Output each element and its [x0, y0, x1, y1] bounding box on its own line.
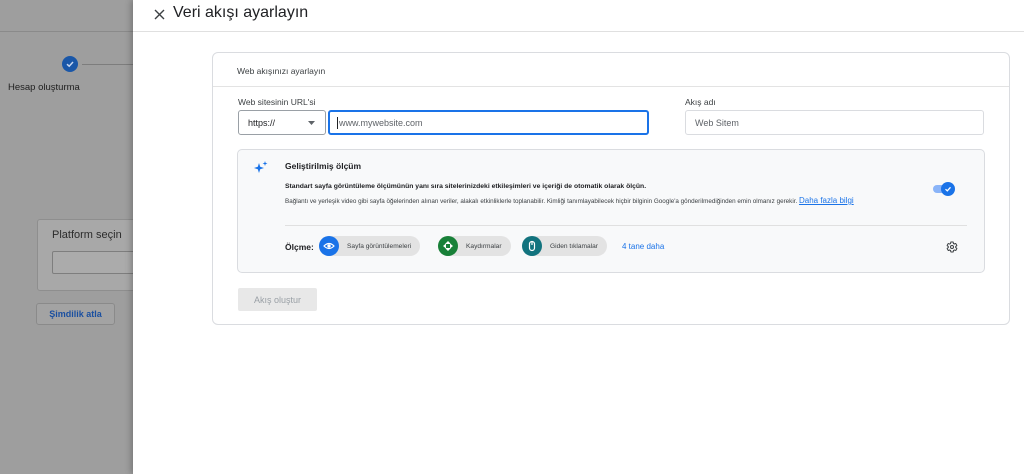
- check-icon: [945, 186, 951, 192]
- dialog-title: Veri akışı ayarlayın: [173, 4, 309, 21]
- enhanced-measurement-title: Geliştirilmiş ölçüm: [285, 161, 362, 171]
- setup-stream-dialog: Veri akışı ayarlayın Web akışınızı ayarl…: [133, 0, 1024, 474]
- step-complete-icon: [62, 56, 78, 72]
- click-icon: [522, 236, 542, 256]
- enhanced-measurement-description: Bağlantı ve yerleşik video gibi sayfa öğ…: [285, 195, 935, 207]
- measuring-label: Ölçme:: [285, 242, 314, 252]
- close-button[interactable]: [150, 5, 168, 23]
- enhanced-measurement-toggle[interactable]: [933, 182, 957, 196]
- url-label: Web sitesinin URL'si: [238, 97, 316, 107]
- stream-name-label: Akış adı: [685, 97, 716, 107]
- card-title: Web akışınızı ayarlayın: [237, 66, 326, 76]
- card-header: Web akışınızı ayarlayın: [213, 53, 1009, 87]
- stepper-line: [82, 64, 133, 65]
- step-label: Hesap oluşturma: [8, 82, 80, 93]
- chip-scrolls[interactable]: Kaydırmalar: [438, 236, 511, 256]
- panel-divider: [285, 225, 967, 226]
- stream-name-placeholder: Web Sitem: [695, 117, 739, 128]
- text-cursor: [337, 116, 338, 129]
- sparkle-icon: [254, 161, 268, 173]
- description-text: Bağlantı ve yerleşik video gibi sayfa öğ…: [285, 198, 798, 205]
- platform-card-title: Platform seçin: [52, 229, 122, 241]
- close-icon: [154, 9, 164, 19]
- background-page: Hesap oluşturma Platform seçin Şimdilik …: [0, 0, 133, 474]
- toggle-knob: [941, 182, 955, 196]
- enhanced-measurement-summary: Standart sayfa görüntüleme ölçümünün yan…: [285, 183, 647, 190]
- background-divider: [0, 31, 133, 32]
- chip-page-views-label: Sayfa görüntülemeleri: [347, 242, 412, 250]
- dialog-header: Veri akışı ayarlayın: [133, 0, 1024, 32]
- url-placeholder: www.mywebsite.com: [339, 117, 423, 128]
- more-events-link[interactable]: 4 tane daha: [622, 242, 664, 251]
- scroll-icon: [438, 236, 458, 256]
- chip-outbound-clicks-label: Giden tıklamalar: [550, 242, 599, 250]
- chip-outbound-clicks[interactable]: Giden tıklamalar: [522, 236, 608, 256]
- eye-icon: [319, 236, 339, 256]
- chip-page-views[interactable]: Sayfa görüntülemeleri: [319, 236, 421, 256]
- gear-icon[interactable]: [946, 241, 958, 253]
- learn-more-link[interactable]: Daha fazla bilgi: [799, 196, 854, 205]
- protocol-select[interactable]: https://: [238, 110, 326, 135]
- chip-scrolls-label: Kaydırmalar: [466, 242, 502, 250]
- skip-button: Şimdilik atla: [36, 303, 115, 325]
- web-stream-card: Web akışınızı ayarlayın Web sitesinin UR…: [212, 52, 1010, 325]
- platform-select: [52, 251, 133, 274]
- platform-card: Platform seçin: [37, 219, 133, 291]
- stream-name-input[interactable]: Web Sitem: [685, 110, 984, 135]
- url-input[interactable]: www.mywebsite.com: [328, 110, 649, 135]
- chevron-down-icon: [308, 121, 315, 125]
- protocol-value: https://: [248, 117, 276, 128]
- enhanced-measurement-panel: Geliştirilmiş ölçüm Standart sayfa görün…: [237, 149, 985, 273]
- create-stream-button[interactable]: Akış oluştur: [238, 288, 317, 311]
